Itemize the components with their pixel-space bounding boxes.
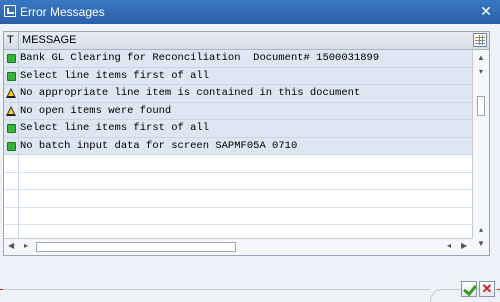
warning-triangle-icon — [6, 88, 16, 98]
scroll-left-icon[interactable]: ◀ — [8, 241, 14, 250]
column-header-type[interactable]: T — [7, 34, 14, 46]
message-text: Select line items first of all — [20, 122, 210, 134]
type-cell — [4, 155, 19, 172]
footer-marker — [0, 289, 3, 290]
horizontal-scroll-thumb[interactable] — [36, 242, 236, 252]
vertical-scroll-thumb[interactable] — [477, 96, 485, 116]
scroll-page-up-icon[interactable]: ▾ — [473, 66, 489, 78]
message-text: No open items were found — [20, 104, 172, 117]
table-body: Bank GL Clearing for Reconciliation Docu… — [4, 50, 473, 243]
window-close-icon[interactable]: ✕ — [478, 3, 494, 19]
green-status-icon — [7, 54, 16, 63]
type-cell — [4, 207, 19, 224]
title-bar: Error Messages ✕ — [0, 0, 500, 24]
continue-button[interactable] — [461, 281, 477, 297]
type-cell — [4, 67, 19, 84]
empty-row — [4, 155, 473, 173]
message-table: T MESSAGE Bank GL Clearing for Reconcili… — [3, 31, 490, 256]
message-text: No batch input data for screen SAPMF05A … — [20, 139, 298, 152]
message-text: Bank GL Clearing for Reconciliation Docu… — [20, 52, 380, 64]
cancel-button[interactable]: ✕ — [479, 281, 495, 297]
scroll-page-down-icon[interactable]: ▴ — [473, 224, 489, 236]
type-cell — [4, 120, 19, 137]
message-text: Select line items first of all — [20, 69, 210, 82]
green-status-icon — [7, 141, 16, 151]
empty-row — [4, 207, 473, 225]
green-status-icon — [7, 124, 16, 133]
type-cell — [4, 85, 19, 102]
type-cell — [4, 50, 19, 67]
close-icon: ✕ — [481, 281, 493, 296]
window-icon — [4, 5, 16, 17]
table-row[interactable]: Bank GL Clearing for Reconciliation Docu… — [4, 50, 473, 68]
scroll-page-left-icon[interactable]: ▸ — [24, 241, 28, 250]
empty-row — [4, 190, 473, 208]
scroll-page-right-icon[interactable]: ◂ — [447, 241, 451, 250]
green-status-icon — [7, 71, 16, 81]
vertical-scrollbar[interactable]: ▲ ▾ ▴ ▼ — [472, 50, 489, 255]
scroll-down-icon[interactable]: ▼ — [473, 238, 489, 250]
scroll-up-icon[interactable]: ▲ — [473, 52, 489, 64]
column-header-message[interactable]: MESSAGE — [22, 34, 76, 46]
column-separator[interactable] — [18, 32, 19, 49]
type-cell — [4, 172, 19, 189]
horizontal-scrollbar[interactable]: ◀ ▸ ◂ ▶ — [4, 238, 473, 255]
type-cell — [4, 137, 19, 154]
dialog-body: T MESSAGE Bank GL Clearing for Reconcili… — [0, 24, 500, 302]
type-cell — [4, 190, 19, 207]
table-header: T MESSAGE — [4, 32, 489, 50]
scroll-right-icon[interactable]: ▶ — [461, 241, 467, 250]
window-title: Error Messages — [20, 5, 105, 19]
table-row[interactable]: Select line items first of all — [4, 67, 473, 85]
table-row[interactable]: No open items were found — [4, 102, 473, 120]
empty-row — [4, 172, 473, 190]
message-text: No appropriate line item is contained in… — [20, 87, 361, 99]
layout-settings-icon[interactable] — [473, 33, 487, 47]
table-row[interactable]: No appropriate line item is contained in… — [4, 85, 473, 103]
warning-triangle-icon — [6, 105, 16, 116]
checkmark-icon — [463, 281, 477, 297]
footer-divider — [0, 289, 430, 290]
table-row[interactable]: Select line items first of all — [4, 120, 473, 138]
table-row[interactable]: No batch input data for screen SAPMF05A … — [4, 137, 473, 155]
type-cell — [4, 102, 19, 119]
